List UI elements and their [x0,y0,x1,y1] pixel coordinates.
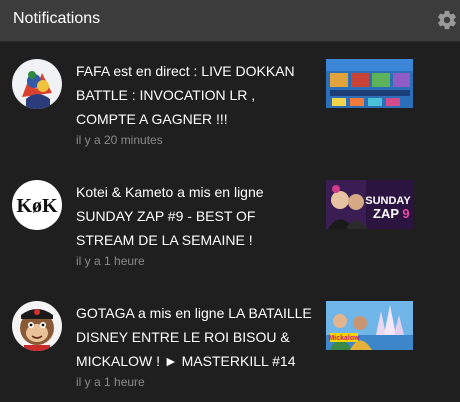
gotaga-monkey-avatar-icon [12,301,62,351]
thumb-label: ZAP [373,206,399,221]
video-thumbnail [326,59,413,108]
notifications-panel: Notifications FAFA est en direct : LIVE … [0,0,460,402]
notification-item[interactable]: KøK Kotei & Kameto a mis en ligne SUNDAY… [0,180,460,298]
notification-item[interactable]: GOTAGA a mis en ligne LA BATAILLE DISNEY… [0,301,460,402]
notification-time: il y a 20 minutes [76,133,163,147]
notification-text: Kotei & Kameto a mis en ligne SUNDAY ZAP… [76,184,264,248]
notification-time: il y a 1 heure [76,254,145,268]
kotei-kameto-logo-icon: KøK [12,180,62,230]
notification-text: GOTAGA a mis en ligne LA BATAILLE DISNEY… [76,305,312,369]
notification-text: FAFA est en direct : LIVE DOKKAN BATTLE … [76,63,295,127]
notification-item[interactable]: FAFA est en direct : LIVE DOKKAN BATTLE … [0,59,460,177]
thumb-label: 9 [402,206,409,221]
video-thumbnail: SUNDAY ZAP 9 [326,180,413,229]
notification-time: il y a 1 heure [76,375,145,389]
gear-icon[interactable] [436,9,458,31]
thumb-label: Mickalow [328,335,360,342]
video-thumbnail: Mickalow [326,301,413,350]
header-title: Notifications [13,10,101,27]
avatar-label: KøK [16,195,58,217]
notifications-header: Notifications [0,0,460,42]
fafa-avatar-icon [12,59,62,109]
